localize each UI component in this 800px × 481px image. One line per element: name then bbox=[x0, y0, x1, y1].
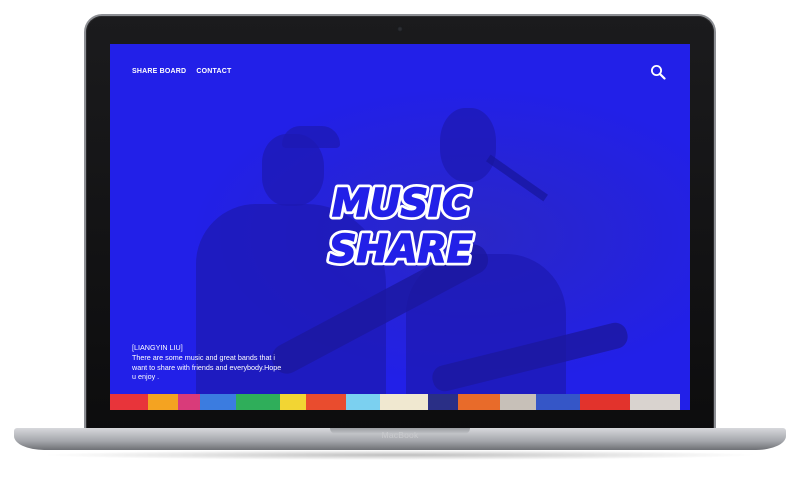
search-icon[interactable] bbox=[650, 64, 666, 80]
logo-line-music: MUSIC bbox=[332, 181, 470, 225]
music-share-logo: MUSIC MUSIC SHARE SHARE bbox=[326, 178, 477, 275]
strip-segment bbox=[380, 394, 428, 410]
strip-segment bbox=[536, 394, 580, 410]
strip-segment bbox=[500, 394, 536, 410]
strip-segment bbox=[280, 394, 306, 410]
photo-shape bbox=[262, 134, 324, 206]
camera-icon bbox=[397, 26, 403, 32]
photo-shape bbox=[440, 108, 496, 182]
website-screen: SHARE BOARD CONTACT MUSIC MUSIC SHARE SH… bbox=[110, 44, 690, 410]
strip-segment bbox=[236, 394, 280, 410]
laptop-mockup: SHARE BOARD CONTACT MUSIC MUSIC SHARE SH… bbox=[0, 0, 800, 481]
strip-segment bbox=[148, 394, 178, 410]
nav-item-share-board[interactable]: SHARE BOARD bbox=[132, 68, 186, 75]
search-icon-glyph bbox=[651, 65, 666, 80]
strip-segment bbox=[178, 394, 200, 410]
strip-segment bbox=[306, 394, 346, 410]
mic-stand-shape bbox=[486, 154, 548, 202]
strip-segment bbox=[458, 394, 500, 410]
laptop-shadow bbox=[40, 450, 760, 460]
strip-segment bbox=[630, 394, 680, 410]
strip-segment bbox=[580, 394, 630, 410]
top-nav: SHARE BOARD CONTACT bbox=[132, 68, 231, 75]
nav-item-contact[interactable]: CONTACT bbox=[196, 68, 231, 75]
macbook-label: MacBook bbox=[381, 430, 419, 440]
strip-segment bbox=[200, 394, 236, 410]
caption-text: There are some music and great bands tha… bbox=[132, 353, 282, 382]
strip-segment bbox=[428, 394, 458, 410]
strip-segment bbox=[346, 394, 380, 410]
caption-author: [LIANGYIN LIU] bbox=[132, 343, 183, 352]
color-strip bbox=[110, 394, 690, 410]
hero-caption: [LIANGYIN LIU] There are some music and … bbox=[132, 343, 282, 382]
strip-segment bbox=[110, 394, 148, 410]
logo-line-share: SHARE bbox=[329, 227, 473, 271]
